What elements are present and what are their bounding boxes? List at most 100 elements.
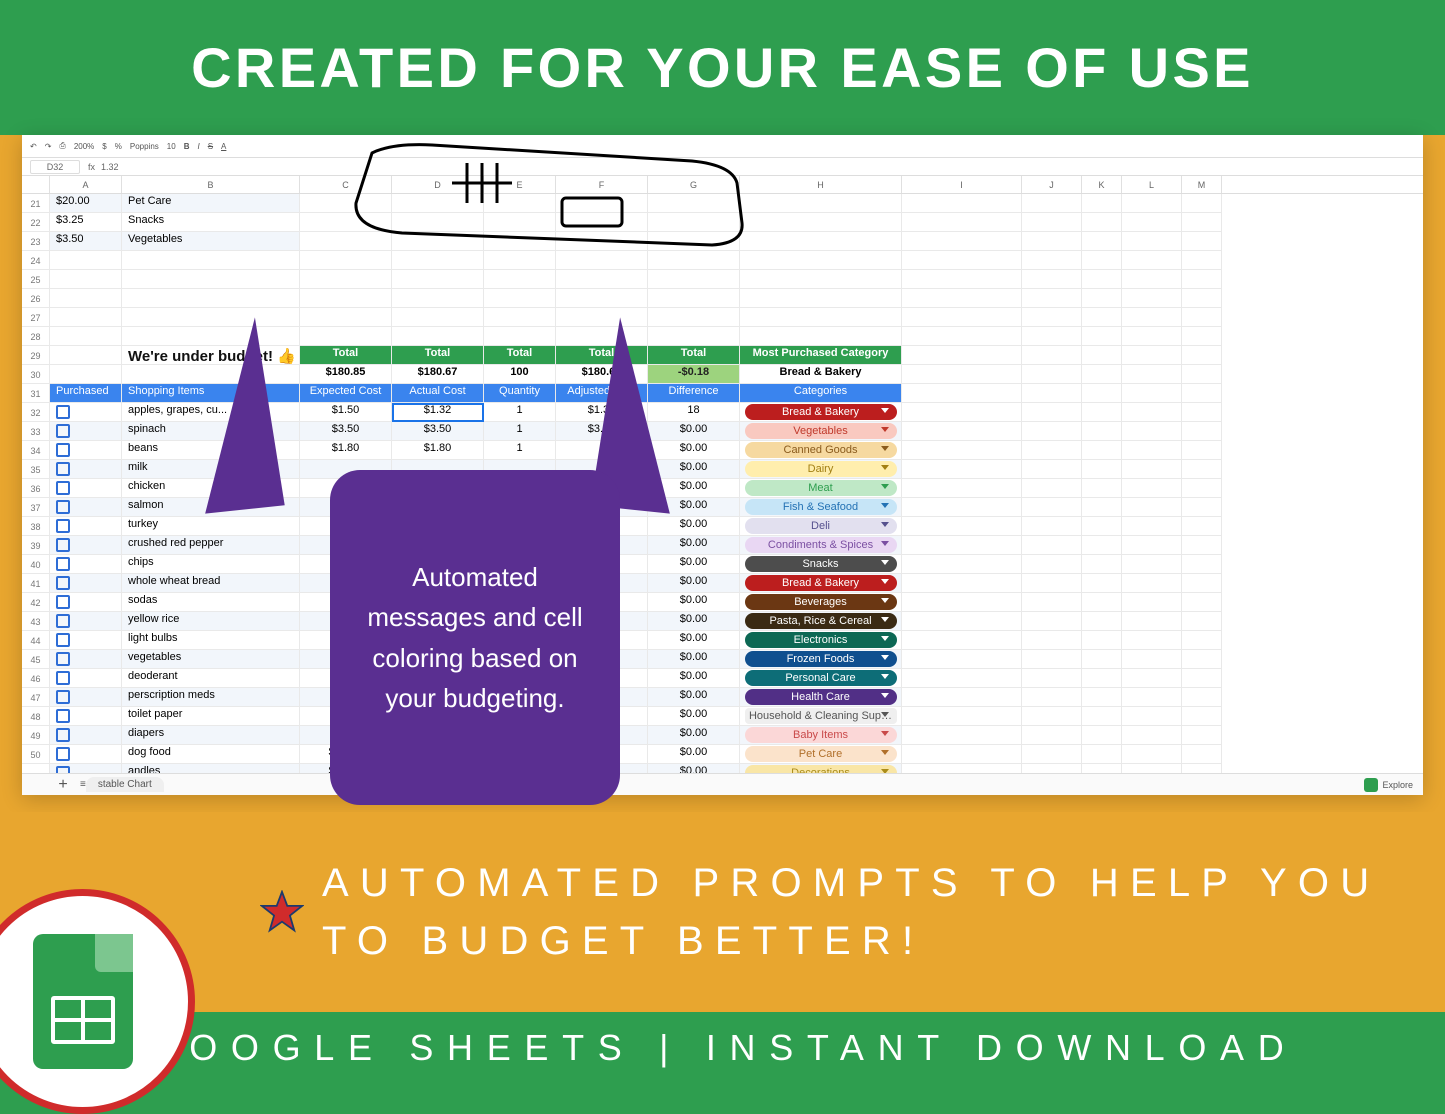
- cell[interactable]: [1022, 213, 1082, 232]
- cell[interactable]: [50, 536, 122, 555]
- cell[interactable]: $180.67: [392, 365, 484, 384]
- cell[interactable]: [1122, 650, 1182, 669]
- cell[interactable]: Vegetables: [740, 422, 902, 441]
- underline-icon[interactable]: A: [221, 142, 226, 151]
- cell[interactable]: [1082, 517, 1122, 536]
- checkbox-icon[interactable]: [56, 709, 70, 723]
- cell[interactable]: [1182, 403, 1222, 422]
- column-header[interactable]: Expected Cost: [300, 384, 392, 403]
- cell[interactable]: [1082, 441, 1122, 460]
- cell[interactable]: [300, 327, 392, 346]
- column-header[interactable]: Categories: [740, 384, 902, 403]
- column-header[interactable]: 31: [22, 384, 50, 403]
- cell[interactable]: Pasta, Rice & Cereal: [740, 612, 902, 631]
- cell[interactable]: Frozen Foods: [740, 650, 902, 669]
- cell[interactable]: Pet Care: [740, 745, 902, 764]
- cell[interactable]: [1122, 631, 1182, 650]
- cell[interactable]: [122, 289, 300, 308]
- formula-input[interactable]: 1.32: [101, 162, 119, 172]
- cell[interactable]: $1.80: [392, 441, 484, 460]
- cell[interactable]: $3.50: [392, 422, 484, 441]
- cell[interactable]: [1182, 270, 1222, 289]
- cell[interactable]: $0.00: [648, 688, 740, 707]
- cell[interactable]: $3.50: [300, 422, 392, 441]
- cell[interactable]: [1122, 251, 1182, 270]
- cell[interactable]: [484, 327, 556, 346]
- name-box[interactable]: D32: [30, 160, 80, 174]
- cell[interactable]: [1022, 308, 1082, 327]
- cell[interactable]: $1.32: [392, 403, 484, 422]
- cell[interactable]: 28: [22, 327, 50, 346]
- checkbox-icon[interactable]: [56, 690, 70, 704]
- cell[interactable]: [1082, 327, 1122, 346]
- cell[interactable]: [902, 745, 1022, 764]
- cell[interactable]: [1082, 365, 1122, 384]
- cell[interactable]: $180.85: [300, 365, 392, 384]
- cell[interactable]: [50, 270, 122, 289]
- cell[interactable]: toilet paper: [122, 707, 300, 726]
- cell[interactable]: [1122, 422, 1182, 441]
- category-pill[interactable]: Pet Care: [745, 746, 897, 762]
- select-all-corner[interactable]: [22, 176, 50, 193]
- zoom-select[interactable]: 200%: [74, 142, 94, 151]
- cell[interactable]: [392, 308, 484, 327]
- explore-button[interactable]: Explore: [1364, 778, 1413, 792]
- cell[interactable]: 1: [484, 441, 556, 460]
- cell[interactable]: [1182, 232, 1222, 251]
- cell[interactable]: [50, 365, 122, 384]
- cell[interactable]: [50, 308, 122, 327]
- cell[interactable]: 1: [484, 403, 556, 422]
- cell[interactable]: [1022, 536, 1082, 555]
- cell[interactable]: [648, 251, 740, 270]
- cell[interactable]: Canned Goods: [740, 441, 902, 460]
- cell[interactable]: $3.50: [50, 232, 122, 251]
- cell[interactable]: [556, 251, 648, 270]
- cell[interactable]: whole wheat bread: [122, 574, 300, 593]
- cell[interactable]: Meat: [740, 479, 902, 498]
- cell[interactable]: [1122, 327, 1182, 346]
- cell[interactable]: [1082, 403, 1122, 422]
- strike-icon[interactable]: S: [208, 142, 213, 151]
- cell[interactable]: [50, 574, 122, 593]
- cell[interactable]: $0.00: [648, 669, 740, 688]
- cell[interactable]: [1022, 612, 1082, 631]
- column-header[interactable]: Quantity: [484, 384, 556, 403]
- category-pill[interactable]: Baby Items: [745, 727, 897, 743]
- cell[interactable]: [1122, 745, 1182, 764]
- cell[interactable]: $0.00: [648, 574, 740, 593]
- cell[interactable]: [902, 346, 1022, 365]
- cell[interactable]: [50, 346, 122, 365]
- category-pill[interactable]: Canned Goods: [745, 442, 897, 458]
- checkbox-icon[interactable]: [56, 519, 70, 533]
- cell[interactable]: [50, 403, 122, 422]
- cell[interactable]: [1022, 251, 1082, 270]
- checkbox-icon[interactable]: [56, 614, 70, 628]
- cell[interactable]: [1122, 498, 1182, 517]
- column-header[interactable]: [1022, 384, 1082, 403]
- col-head[interactable]: H: [740, 176, 902, 193]
- redo-icon[interactable]: ↷: [45, 142, 52, 151]
- cell[interactable]: 21: [22, 194, 50, 213]
- cell[interactable]: [1082, 270, 1122, 289]
- cell[interactable]: [1082, 631, 1122, 650]
- cell[interactable]: [50, 327, 122, 346]
- checkbox-icon[interactable]: [56, 595, 70, 609]
- cell[interactable]: [1122, 536, 1182, 555]
- cell[interactable]: [1082, 479, 1122, 498]
- cell[interactable]: 37: [22, 498, 50, 517]
- cell[interactable]: [1122, 593, 1182, 612]
- cell[interactable]: Bread & Bakery: [740, 403, 902, 422]
- cell[interactable]: Personal Care: [740, 669, 902, 688]
- cell[interactable]: [50, 498, 122, 517]
- cell[interactable]: [1082, 251, 1122, 270]
- cell[interactable]: [1182, 479, 1222, 498]
- cell[interactable]: [50, 612, 122, 631]
- cell[interactable]: [1122, 555, 1182, 574]
- cell[interactable]: 45: [22, 650, 50, 669]
- checkbox-icon[interactable]: [56, 481, 70, 495]
- checkbox-icon[interactable]: [56, 538, 70, 552]
- cell[interactable]: [50, 422, 122, 441]
- cell[interactable]: sodas: [122, 593, 300, 612]
- cell[interactable]: 44: [22, 631, 50, 650]
- cell[interactable]: [740, 251, 902, 270]
